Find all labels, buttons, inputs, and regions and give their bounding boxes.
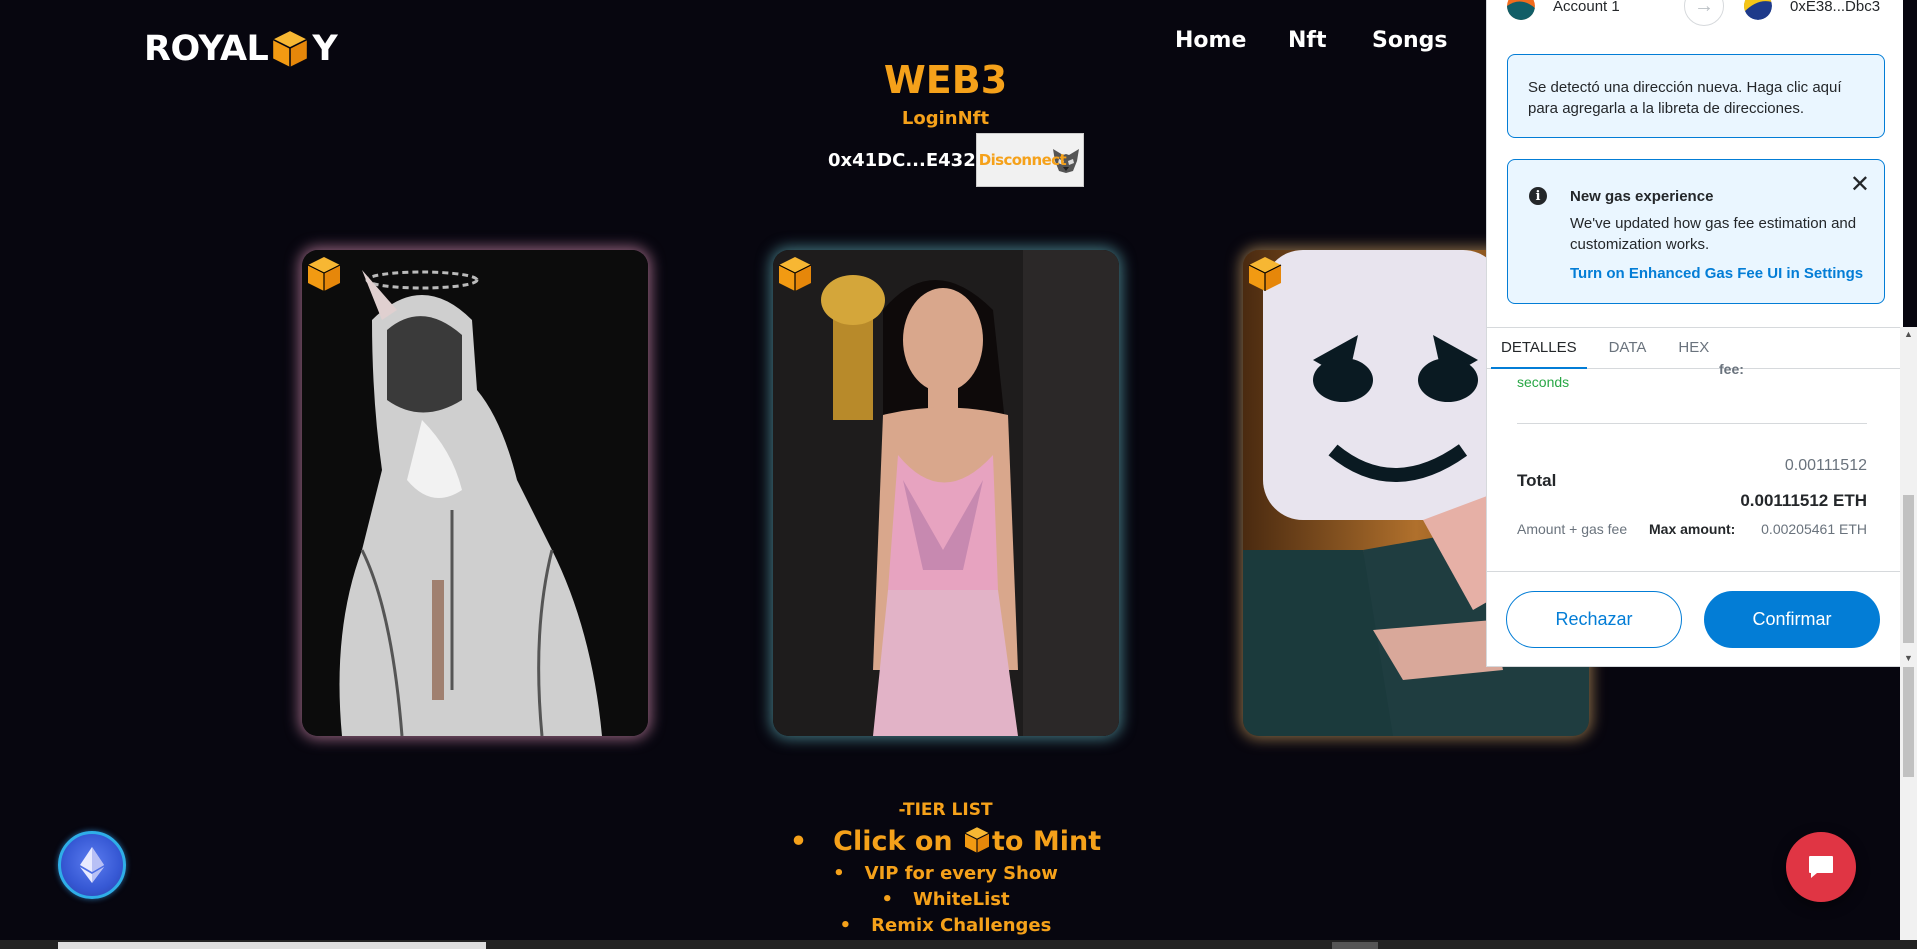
gas-experience-banner: i ✕ New gas experience We've updated how… [1507, 159, 1885, 304]
wallet-row: 0x41DC...E432 Disconnect [828, 133, 1084, 187]
disconnect-button[interactable]: Disconnect [975, 133, 1084, 187]
metamask-popup: Account 1 → 0xE38...Dbc3 Se detectó una … [1486, 0, 1903, 667]
amount-gas-label: Amount + gas fee [1517, 521, 1628, 537]
mint-cube-icon[interactable] [1245, 254, 1285, 294]
popup-scrollbar-thumb[interactable] [1903, 495, 1914, 643]
popup-footer: Rechazar Confirmar [1487, 571, 1903, 666]
ethereum-icon [80, 847, 104, 883]
new-address-notice[interactable]: Se detectó una dirección nueva. Haga cli… [1507, 54, 1885, 138]
chat-bubble-icon [1809, 856, 1833, 878]
page-scrollbar[interactable] [1900, 667, 1917, 940]
scrollbar-segment [1332, 942, 1378, 949]
tier-mint-after: to Mint [992, 826, 1102, 857]
scroll-up-icon[interactable]: ▲ [1904, 329, 1913, 339]
tier-item-mint: • Click on to Mint [0, 823, 1891, 861]
mint-cube-icon[interactable] [775, 254, 815, 294]
recipient-avatar-icon [1744, 0, 1772, 20]
divider [1517, 423, 1867, 424]
total-value: 0.00111512 ETH [1740, 491, 1867, 510]
to-account[interactable]: 0xE38...Dbc3 [1744, 0, 1880, 20]
nft-card-1[interactable] [302, 250, 648, 736]
reject-button[interactable]: Rechazar [1506, 591, 1682, 648]
transaction-details: seconds fee: 0.00111512 Total 0.00111512… [1517, 361, 1867, 570]
nav-home[interactable]: Home [1175, 28, 1246, 53]
wallet-address: 0x41DC...E432 [828, 149, 976, 171]
from-account-name: Account 1 [1553, 0, 1620, 15]
cube-icon [964, 827, 990, 853]
tier-list: • Click on to Mint • VIP for every Show • W… [0, 823, 1891, 939]
bullet-icon: • [881, 889, 893, 910]
horizontal-scrollbar[interactable] [0, 940, 1917, 949]
page-scrollbar-thumb[interactable] [1903, 667, 1914, 777]
nft-artwork-hooded-figure [302, 250, 648, 736]
ethereum-network-button[interactable] [58, 831, 126, 899]
tab-data[interactable]: DATA [1599, 328, 1657, 369]
tab-detalles[interactable]: DETALLES [1491, 328, 1587, 369]
tier-item-whitelist: • WhiteList [0, 887, 1891, 913]
nav-nft[interactable]: Nft [1288, 28, 1327, 53]
tier-item-remix: • Remix Challenges [0, 913, 1891, 939]
total-value-secondary: 0.00111512 [1784, 457, 1867, 474]
nft-card-2[interactable] [773, 250, 1119, 736]
chat-button[interactable] [1786, 832, 1856, 902]
from-account[interactable]: Account 1 [1507, 0, 1620, 20]
scrollbar-thumb[interactable] [58, 942, 486, 949]
account-avatar-icon [1507, 0, 1535, 20]
tier-item-vip: • VIP for every Show [0, 861, 1891, 887]
transaction-tabs: DETALLES DATA HEX [1487, 327, 1903, 369]
gas-banner-title: New gas experience [1570, 188, 1714, 205]
tier-item-label: VIP for every Show [864, 863, 1058, 884]
arrow-right-icon: → [1684, 0, 1724, 26]
tier-item-label: Remix Challenges [871, 915, 1052, 936]
bullet-icon: • [833, 863, 845, 884]
enhanced-gas-link[interactable]: Turn on Enhanced Gas Fee UI in Settings [1570, 263, 1864, 284]
tier-mint-before: Click on [833, 826, 953, 857]
bullet-icon: • [789, 826, 808, 857]
tab-hex[interactable]: HEX [1668, 328, 1719, 369]
mint-cube-icon[interactable] [304, 254, 344, 294]
info-icon: i [1529, 187, 1547, 205]
to-account-address: 0xE38...Dbc3 [1790, 0, 1881, 15]
total-label: Total [1517, 471, 1557, 490]
max-amount-label: Max amount: [1649, 521, 1736, 537]
time-estimate: seconds [1517, 374, 1570, 390]
tier-list-title: -TIER LIST [898, 800, 993, 820]
scroll-down-icon[interactable]: ▼ [1904, 653, 1913, 663]
nav-songs[interactable]: Songs [1372, 28, 1447, 53]
confirm-button[interactable]: Confirmar [1704, 591, 1880, 648]
new-address-notice-text: Se detectó una dirección nueva. Haga cli… [1528, 79, 1842, 117]
tier-item-label: WhiteList [912, 889, 1010, 910]
popup-scrollbar[interactable]: ▲ ▼ [1900, 327, 1917, 667]
close-icon[interactable]: ✕ [1850, 172, 1870, 196]
bullet-icon: • [839, 915, 852, 936]
fee-label: fee: [1719, 361, 1744, 377]
disconnect-label: Disconnect [978, 151, 1067, 169]
max-amount-value: 0.00205461 ETH [1761, 521, 1867, 537]
gas-banner-body: We've updated how gas fee estimation and… [1570, 215, 1857, 253]
account-row: Account 1 → 0xE38...Dbc3 [1487, 0, 1903, 26]
nft-artwork-singer [773, 250, 1119, 736]
